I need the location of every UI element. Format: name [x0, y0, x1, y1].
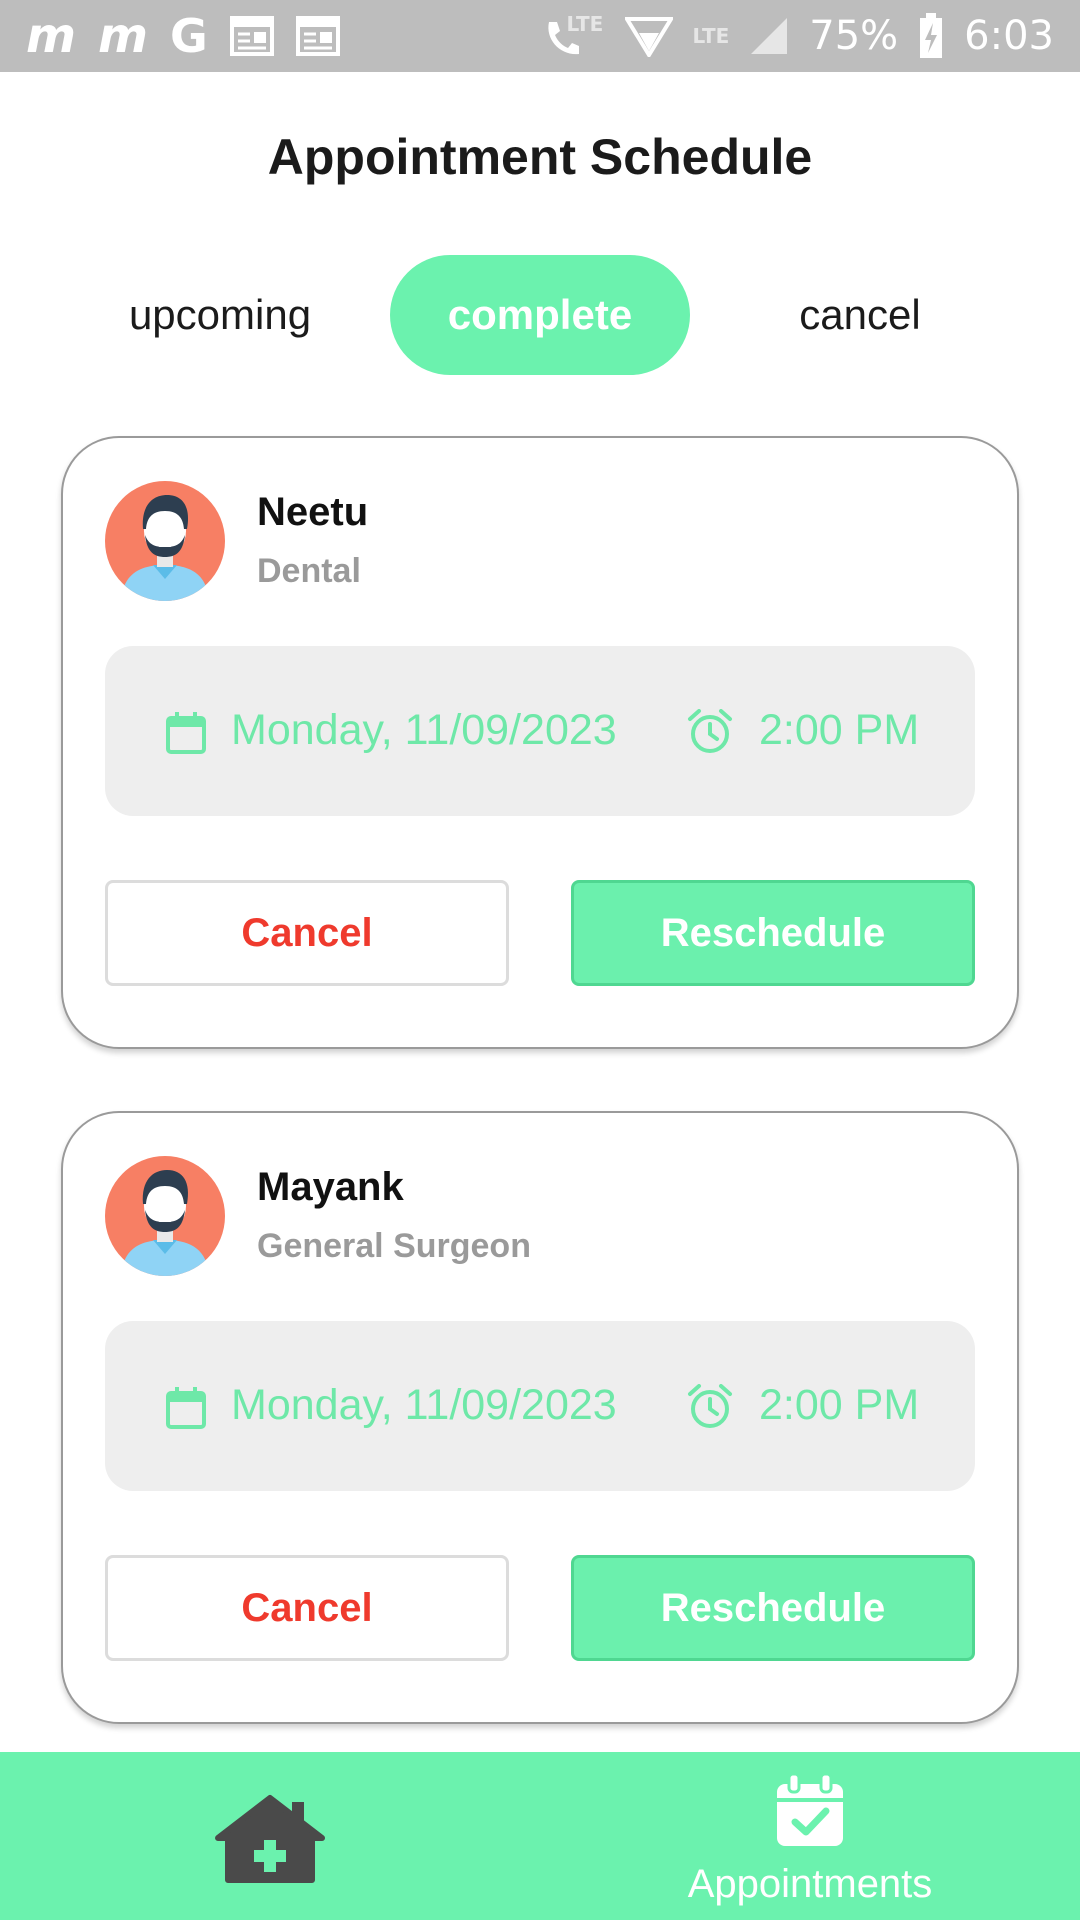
- calendar-notification-icon: [229, 16, 274, 56]
- status-time: 6:03: [964, 13, 1054, 59]
- appointment-time: 2:00 PM: [759, 706, 920, 754]
- signal-icon: [751, 18, 788, 54]
- doctor-name: Mayank: [257, 1165, 404, 1209]
- battery-charging-icon: [920, 13, 943, 58]
- doctor-specialty: Dental: [257, 552, 361, 590]
- nav-appointments-label: Appointments: [687, 1862, 933, 1906]
- appointment-card: Mayank General Surgeon Monday, 11/09/202…: [61, 1111, 1019, 1724]
- status-bar-notifications: m m G: [26, 0, 340, 72]
- calendar-icon: [166, 712, 206, 754]
- m-app-icon: m: [26, 8, 77, 64]
- appointment-datetime: Monday, 11/09/2023 2:00 PM: [105, 1321, 975, 1491]
- home-medical-icon[interactable]: [212, 1794, 328, 1884]
- m-app-icon: m: [98, 8, 149, 64]
- bottom-nav: Appointments: [0, 1752, 1080, 1920]
- tab-upcoming[interactable]: upcoming: [100, 255, 340, 375]
- doctor-specialty: General Surgeon: [257, 1227, 531, 1265]
- alarm-clock-icon: [688, 1384, 732, 1428]
- wifi-icon: [624, 17, 673, 57]
- calendar-notification-icon: [295, 16, 340, 56]
- appointment-time: 2:00 PM: [759, 1381, 920, 1429]
- doctor-avatar-icon: [105, 481, 225, 601]
- reschedule-button[interactable]: Reschedule: [571, 880, 975, 986]
- tab-cancel[interactable]: cancel: [740, 255, 980, 375]
- doctor-avatar-icon: [105, 1156, 225, 1276]
- calendar-check-icon: [777, 1774, 843, 1846]
- nav-appointments[interactable]: Appointments: [660, 1774, 960, 1906]
- alarm-clock-icon: [688, 709, 732, 753]
- calendar-icon: [166, 1387, 206, 1429]
- status-bar: m m G LTE LTE 75% 6:03: [0, 0, 1080, 72]
- cancel-button[interactable]: Cancel: [105, 1555, 509, 1661]
- page-title: Appointment Schedule: [267, 129, 813, 185]
- reschedule-button[interactable]: Reschedule: [571, 1555, 975, 1661]
- google-icon: G: [170, 9, 208, 63]
- appointment-card: Neetu Dental Monday, 11/09/2023 2:00 PM …: [61, 436, 1019, 1049]
- doctor-name: Neetu: [257, 490, 369, 534]
- tab-complete[interactable]: complete: [390, 255, 690, 375]
- lte-indicator: LTE: [692, 24, 730, 48]
- appointment-date: Monday, 11/09/2023: [231, 706, 617, 754]
- status-bar-system: LTE LTE 75% 6:03: [541, 0, 1054, 72]
- cancel-button[interactable]: Cancel: [105, 880, 509, 986]
- battery-percent: 75%: [809, 13, 899, 59]
- volte-call-icon: LTE: [541, 12, 605, 60]
- appointment-datetime: Monday, 11/09/2023 2:00 PM: [105, 646, 975, 816]
- appointment-date: Monday, 11/09/2023: [231, 1381, 617, 1429]
